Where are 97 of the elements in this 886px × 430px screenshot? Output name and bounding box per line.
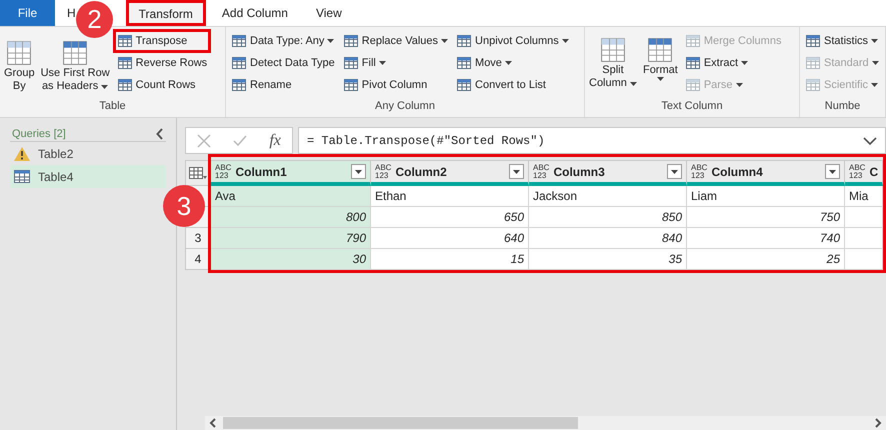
ribbon-button[interactable]: Extract: [682, 52, 784, 74]
filter-button[interactable]: [351, 164, 366, 179]
filter-button[interactable]: [509, 164, 524, 179]
table-icon: [684, 33, 701, 49]
table-cell: 790: [211, 228, 371, 249]
table-icon: [231, 33, 247, 49]
type-label: ABC 123: [691, 164, 708, 180]
table-icon: [342, 33, 359, 49]
filter-button[interactable]: [825, 164, 840, 179]
group-label: Text Column: [660, 100, 724, 114]
warning-icon: [14, 146, 30, 160]
check-icon[interactable]: [233, 134, 248, 146]
collapse-icon[interactable]: [156, 128, 164, 140]
table-cell: Ethan: [371, 186, 529, 207]
table-cell: 640: [371, 228, 529, 249]
chevron-right-icon[interactable]: [874, 418, 882, 428]
chevron-down-icon[interactable]: [863, 136, 877, 144]
table-icon: [5, 39, 34, 67]
table-cell: [845, 228, 883, 249]
query-item[interactable]: Table4: [10, 165, 166, 188]
ribbon-button[interactable]: Convert to List: [453, 74, 572, 96]
table-icon: [342, 55, 359, 71]
table-cell: Jackson: [529, 186, 687, 207]
type-label: ABC 123: [375, 164, 392, 180]
table-icon: [231, 55, 247, 71]
table-icon: [456, 33, 472, 49]
ribbon-button[interactable]: Rename: [228, 74, 338, 96]
ribbon-button[interactable]: Detect Data Type: [228, 52, 338, 74]
table-icon: [116, 55, 133, 71]
table-icon: [646, 36, 674, 64]
ribbon-button[interactable]: Move: [453, 52, 572, 74]
caret-icon: [829, 170, 836, 174]
group-label: Numbe: [824, 100, 862, 114]
table-icon: [805, 77, 821, 93]
ribbon-button[interactable]: Fill: [340, 52, 452, 74]
step-badge: 3: [163, 185, 205, 227]
ribbon-button[interactable]: Reverse Rows: [114, 52, 210, 74]
table-cell: 35: [529, 249, 687, 270]
file-tab[interactable]: File: [0, 0, 55, 26]
table-icon: [189, 166, 207, 180]
formula-field[interactable]: = Table.Transpose(#"Sorted Rows"): [298, 127, 886, 154]
table-icon: [231, 77, 247, 93]
table-cell: [845, 207, 883, 228]
ribbon-button[interactable]: Data Type: Any: [228, 30, 338, 52]
table-icon: [116, 77, 133, 93]
table-icon: [342, 77, 359, 93]
table-cell: 650: [371, 207, 529, 228]
type-label: ABC 123: [215, 164, 232, 180]
filter-button[interactable]: [667, 164, 682, 179]
query-item[interactable]: Table2: [10, 142, 166, 165]
ribbon-button[interactable]: Statistics: [802, 30, 882, 52]
table-cell: 750: [687, 207, 845, 228]
table-cell: 30: [211, 249, 371, 270]
table-icon: [805, 33, 821, 49]
table-cell: 840: [529, 228, 687, 249]
table-icon: [116, 33, 133, 49]
group-label: Any Column: [374, 100, 436, 114]
table-cell: 850: [529, 207, 687, 228]
table-icon: [684, 77, 701, 93]
chevron-left-icon[interactable]: [209, 418, 217, 428]
table-cell: Mia: [845, 186, 883, 207]
table-icon: [456, 55, 472, 71]
table-cell: Liam: [687, 186, 845, 207]
type-label: ABC 123: [849, 164, 866, 180]
table-cell: 25: [687, 249, 845, 270]
table-icon: [598, 36, 627, 64]
type-label: ABC 123: [533, 164, 550, 180]
table-icon: [684, 55, 701, 71]
ribbon-button[interactable]: Use First Row as Headers: [38, 39, 112, 100]
caret-icon: [355, 170, 362, 174]
queries-title: Queries [2]: [12, 128, 66, 140]
ribbon-button[interactable]: Split Column: [587, 36, 639, 100]
function-label[interactable]: fx: [269, 132, 281, 150]
ribbon-button[interactable]: Replace Values: [340, 30, 452, 52]
ribbon-tab[interactable]: View: [304, 0, 354, 26]
table-icon: [14, 170, 30, 183]
table-icon: [61, 39, 90, 67]
table-cell: [845, 249, 883, 270]
ribbon-button[interactable]: Transpose: [114, 30, 210, 52]
ribbon-button[interactable]: Format: [640, 36, 680, 100]
ribbon-tab[interactable]: H: [59, 0, 78, 26]
table-cell: 740: [687, 228, 845, 249]
table-cell: 15: [371, 249, 529, 270]
caret-icon: [513, 170, 520, 174]
horizontal-scrollbar[interactable]: [205, 416, 886, 430]
ribbon-button[interactable]: Count Rows: [114, 74, 210, 96]
table-cell: Ava: [211, 186, 371, 207]
ribbon-tab[interactable]: Add Column: [210, 0, 300, 26]
ribbon-button[interactable]: Unpivot Columns: [453, 30, 572, 52]
ribbon-tab[interactable]: Transform: [126, 0, 206, 26]
caret-icon: [671, 170, 678, 174]
group-label: Table: [98, 100, 127, 114]
table-icon: [456, 77, 472, 93]
table-icon: [805, 55, 821, 71]
table-cell: 800: [211, 207, 371, 228]
ribbon-button[interactable]: Group By: [2, 39, 37, 100]
ribbon-button[interactable]: Pivot Column: [340, 74, 452, 96]
